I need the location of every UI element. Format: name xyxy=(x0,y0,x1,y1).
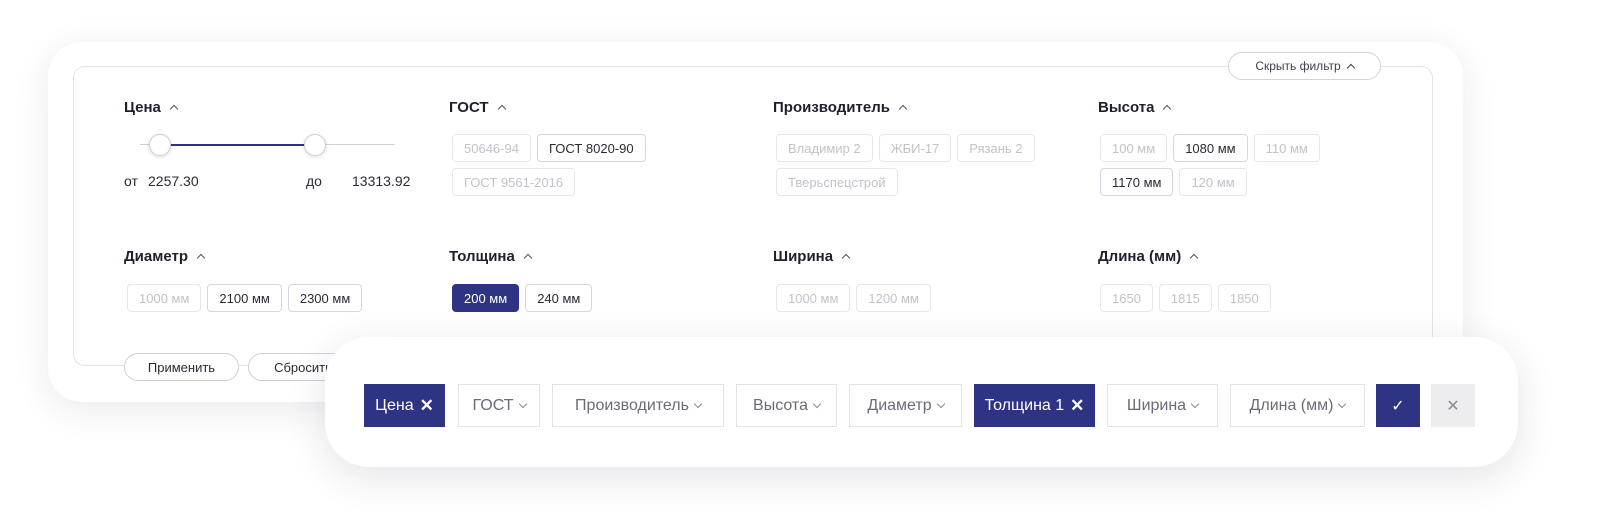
chevron-down-icon xyxy=(693,399,703,409)
bar-filter-manufacturer[interactable]: Производитель xyxy=(552,384,724,427)
bar-filter-gost[interactable]: ГОСТ xyxy=(458,384,540,427)
cancel-button[interactable]: ✕ xyxy=(1431,384,1475,427)
hide-filter-label: Скрыть фильтр xyxy=(1255,59,1341,73)
check-icon: ✓ xyxy=(1391,397,1405,415)
chevron-up-icon xyxy=(898,104,908,114)
filter-option-chip: 1200 мм xyxy=(856,284,931,312)
bar-filter-price[interactable]: Цена ✕ xyxy=(364,384,445,427)
section-width-header[interactable]: Ширина xyxy=(773,248,851,265)
width-options: 1000 мм 1200 мм xyxy=(776,284,1076,312)
close-icon: ✕ xyxy=(1446,397,1460,415)
thickness-options: 200 мм 240 мм xyxy=(452,284,752,312)
filter-option-chip: ЖБИ-17 xyxy=(878,134,952,162)
bar-filter-thickness[interactable]: Толщина 1 ✕ xyxy=(974,384,1095,427)
bar-filter-label: Цена xyxy=(375,396,414,414)
chevron-up-icon xyxy=(841,253,851,263)
price-to-value[interactable]: 13313.92 xyxy=(352,173,410,189)
filter-option-chip[interactable]: 200 мм xyxy=(452,284,520,312)
bar-filter-length[interactable]: Длина (мм) xyxy=(1230,384,1365,427)
chevron-up-icon xyxy=(1346,63,1355,72)
filter-option-chip: 1000 мм xyxy=(127,284,202,312)
price-range-slider[interactable] xyxy=(140,134,395,156)
filter-option-chip: 1000 мм xyxy=(776,284,851,312)
section-gost-title: ГОСТ xyxy=(449,99,489,116)
filter-option-chip: Владимир 2 xyxy=(776,134,873,162)
price-from-value[interactable]: 2257.30 xyxy=(148,173,199,189)
filter-option-chip: 1815 xyxy=(1158,284,1212,312)
filter-option-chip: 50646-94 xyxy=(452,134,531,162)
filter-option-chip: 120 мм xyxy=(1179,168,1247,196)
section-diameter-title: Диаметр xyxy=(124,248,188,265)
filter-option-chip: Тверьспецстрой xyxy=(776,168,898,196)
section-length-header[interactable]: Длина (мм) xyxy=(1098,248,1199,265)
filter-option-chip: 110 мм xyxy=(1253,134,1320,162)
diameter-options: 1000 мм 2100 мм 2300 мм xyxy=(127,284,427,312)
filter-option-chip[interactable]: 240 мм xyxy=(525,284,593,312)
hide-filter-button[interactable]: Скрыть фильтр xyxy=(1228,52,1381,80)
filter-option-chip[interactable]: 2300 мм xyxy=(287,284,363,312)
filter-stage: Скрыть фильтр Цена от 2257.30 до 13313.9… xyxy=(0,0,1600,520)
gost-options: 50646-94 ГОСТ 8020-90 ГОСТ 9561-2016 xyxy=(452,134,722,196)
section-price-title: Цена xyxy=(124,99,161,116)
section-height-title: Высота xyxy=(1098,99,1155,116)
chevron-down-icon xyxy=(518,399,527,409)
slider-min-handle[interactable] xyxy=(149,134,171,156)
filter-option-chip[interactable]: ГОСТ 8020-90 xyxy=(536,134,646,162)
chevron-up-icon xyxy=(169,104,179,114)
section-manufacturer-header[interactable]: Производитель xyxy=(773,99,908,116)
bar-filter-width[interactable]: Ширина xyxy=(1107,384,1218,427)
reset-label: Сбросить xyxy=(274,359,332,375)
chevron-up-icon xyxy=(497,104,506,114)
bar-filter-label: Высота xyxy=(753,396,808,414)
section-price-header[interactable]: Цена xyxy=(124,99,179,116)
chevron-up-icon xyxy=(1163,104,1172,114)
bar-filter-diameter[interactable]: Диаметр xyxy=(849,384,962,427)
section-height-header[interactable]: Высота xyxy=(1098,99,1172,116)
slider-range-fill xyxy=(160,144,315,146)
bar-filter-height[interactable]: Высота xyxy=(736,384,837,427)
filter-option-chip: 1850 xyxy=(1217,284,1271,312)
section-width-title: Ширина xyxy=(773,248,834,265)
filter-option-chip[interactable]: 1080 мм xyxy=(1173,134,1248,162)
bar-filter-label: Производитель xyxy=(575,396,689,414)
filter-option-chip: ГОСТ 9561-2016 xyxy=(452,168,576,196)
filter-option-chip[interactable]: 2100 мм xyxy=(207,284,282,312)
chevron-up-icon xyxy=(523,253,533,263)
filter-option-chip: 100 мм xyxy=(1100,134,1168,162)
confirm-button[interactable]: ✓ xyxy=(1376,384,1420,427)
filter-option-chip: Рязань 2 xyxy=(957,134,1035,162)
apply-button[interactable]: Применить xyxy=(124,353,239,381)
manufacturer-options: Владимир 2 ЖБИ-17 Рязань 2 Тверьспецстрой xyxy=(776,134,1076,196)
section-diameter-header[interactable]: Диаметр xyxy=(124,248,206,265)
slider-max-handle[interactable] xyxy=(304,134,326,156)
height-options: 100 мм 1080 мм 110 мм 1170 мм 120 мм xyxy=(1100,134,1340,196)
filter-option-chip[interactable]: 1170 мм xyxy=(1100,168,1174,196)
remove-x-icon[interactable]: ✕ xyxy=(1070,396,1084,416)
section-gost-header[interactable]: ГОСТ xyxy=(449,99,506,116)
section-length-title: Длина (мм) xyxy=(1098,248,1182,265)
bar-filter-label: Ширина xyxy=(1126,396,1187,414)
chevron-up-icon xyxy=(1189,253,1199,263)
section-manufacturer-title: Производитель xyxy=(773,99,890,116)
apply-label: Применить xyxy=(147,359,216,375)
bar-filter-label: Длина (мм) xyxy=(1249,396,1334,414)
length-options: 1650 1815 1850 xyxy=(1100,284,1400,312)
bar-filter-label: ГОСТ xyxy=(472,396,514,414)
section-thickness-header[interactable]: Толщина xyxy=(449,248,533,265)
section-thickness-title: Толщина xyxy=(449,248,515,265)
filter-option-chip: 1650 xyxy=(1100,284,1153,312)
price-from-label: от xyxy=(124,173,138,189)
bar-filter-label: Диаметр xyxy=(867,396,932,414)
chevron-down-icon xyxy=(1338,399,1347,409)
filter-frame xyxy=(73,66,1433,366)
chevron-down-icon xyxy=(936,399,945,409)
chevron-down-icon xyxy=(812,399,822,409)
remove-x-icon[interactable]: ✕ xyxy=(420,396,434,416)
chevron-down-icon xyxy=(1190,399,1200,409)
price-to-label: до xyxy=(306,173,322,189)
chevron-up-icon xyxy=(196,253,206,263)
bar-filter-label: Толщина 1 xyxy=(984,396,1065,414)
